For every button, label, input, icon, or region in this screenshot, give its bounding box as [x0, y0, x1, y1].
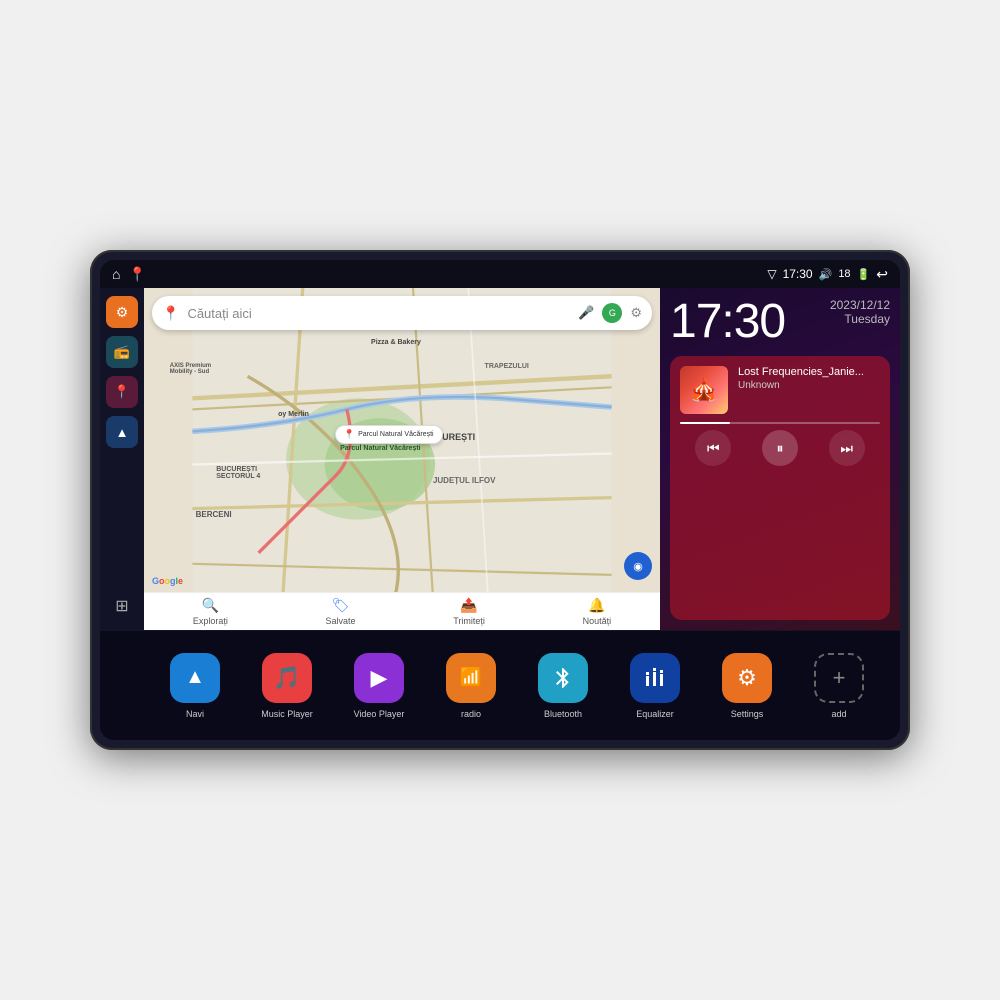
sidebar-nav-button[interactable]: ▲ [106, 416, 138, 448]
app-bluetooth[interactable]: Bluetooth [522, 653, 604, 719]
app-radio[interactable]: 📶 radio [430, 653, 512, 719]
video-player-label: Video Player [354, 709, 405, 719]
music-artist: Unknown [738, 380, 880, 391]
grid-icon: ⊞ [115, 596, 128, 616]
add-label: add [831, 709, 846, 719]
radio-label: radio [461, 709, 481, 719]
back-icon[interactable]: ↩ [876, 266, 888, 283]
explore-label: Explorați [193, 616, 228, 626]
bluetooth-icon [538, 653, 588, 703]
map-google-pin-icon: 📍 [162, 305, 179, 322]
equalizer-icon [630, 653, 680, 703]
google-logo: Google [152, 576, 183, 586]
map-mic-icon[interactable]: 🎤 [578, 305, 594, 321]
video-player-icon: ▶ [354, 653, 404, 703]
clock-date-line1: 2023/12/12 [830, 298, 890, 312]
app-settings[interactable]: ⚙ Settings [706, 653, 788, 719]
battery-icon: 🔋 [857, 268, 871, 281]
map-share-button[interactable]: 📤 Trimiteți [453, 597, 485, 626]
map-svg [144, 288, 660, 630]
clock-section: 17:30 2023/12/12 Tuesday [670, 298, 890, 346]
music-progress-bar[interactable] [680, 422, 880, 424]
settings-app-icon: ⚙ [722, 653, 772, 703]
right-panel: 17:30 2023/12/12 Tuesday 🎪 [660, 288, 900, 630]
saved-icon: 🏷 [332, 597, 350, 614]
sidebar-settings-button[interactable]: ⚙ [106, 296, 138, 328]
app-video-player[interactable]: ▶ Video Player [338, 653, 420, 719]
map-explore-button[interactable]: 🔍 Explorați [193, 597, 228, 626]
sidebar: ⚙ 📻 📍 ▲ ⊞ [100, 288, 144, 630]
bluetooth-label: Bluetooth [544, 709, 582, 719]
map-news-button[interactable]: 🔔 Noutăți [583, 597, 612, 626]
music-info: Lost Frequencies_Janie... Unknown [738, 366, 880, 414]
sidebar-map-button[interactable]: 📍 [106, 376, 138, 408]
news-label: Noutăți [583, 616, 612, 626]
map-bottom-bar: 🔍 Explorați 🏷 Salvate 📤 Trimiteți 🔔 Nout… [144, 592, 660, 630]
play-pause-icon: ⏸ [776, 440, 783, 457]
clock-time: 17:30 [670, 298, 785, 346]
music-progress-fill [680, 422, 730, 424]
radio-icon: 📻 [114, 344, 130, 360]
news-icon: 🔔 [588, 597, 605, 614]
wifi-icon: ▽ [767, 267, 776, 281]
next-button[interactable]: ⏭ [829, 430, 865, 466]
music-top: 🎪 Lost Frequencies_Janie... Unknown [680, 366, 880, 414]
app-add[interactable]: + add [798, 653, 880, 719]
home-icon[interactable]: ⌂ [112, 266, 120, 282]
app-music-player[interactable]: 🎵 Music Player [246, 653, 328, 719]
prev-icon: ⏮ [707, 440, 720, 457]
navigate-icon: ◉ [633, 560, 643, 573]
equalizer-label: Equalizer [636, 709, 674, 719]
app-equalizer[interactable]: Equalizer [614, 653, 696, 719]
navi-label: Navi [186, 709, 204, 719]
share-icon: 📤 [460, 597, 477, 614]
volume-icon: 🔊 [819, 268, 833, 281]
music-title: Lost Frequencies_Janie... [738, 366, 880, 378]
sidebar-radio-button[interactable]: 📻 [106, 336, 138, 368]
bottom-app-bar: ▲ Navi 🎵 Music Player ▶ Video Player [100, 630, 900, 740]
map-nav-circle-button[interactable]: ◉ [624, 552, 652, 580]
sidebar-grid-button[interactable]: ⊞ [106, 590, 138, 622]
music-player-icon: 🎵 [262, 653, 312, 703]
status-bar: ⌂ 📍 ▽ 17:30 🔊 18 🔋 ↩ [100, 260, 900, 288]
album-art-image: 🎪 [680, 366, 728, 414]
music-player: 🎪 Lost Frequencies_Janie... Unknown [670, 356, 890, 620]
radio-app-icon: 📶 [446, 653, 496, 703]
music-player-label: Music Player [261, 709, 313, 719]
album-art: 🎪 [680, 366, 728, 414]
map-profile-icon[interactable]: G [602, 303, 622, 323]
map-saved-button[interactable]: 🏷 Salvate [326, 597, 356, 626]
play-pause-button[interactable]: ⏸ [762, 430, 798, 466]
music-controls: ⏮ ⏸ ⏭ [680, 430, 880, 466]
map-settings-icon[interactable]: ⚙ [630, 305, 642, 321]
location-icon[interactable]: 📍 [128, 266, 145, 283]
gear-icon: ⚙ [116, 304, 129, 321]
app-navi[interactable]: ▲ Navi [154, 653, 236, 719]
status-time: 17:30 [783, 267, 813, 281]
app-grid: ▲ Navi 🎵 Music Player ▶ Video Player [154, 653, 880, 719]
status-left-icons: ⌂ 📍 [112, 266, 146, 283]
map-search-bar[interactable]: 📍 Căutați aici 🎤 G ⚙ [152, 296, 652, 330]
share-label: Trimiteți [453, 616, 485, 626]
next-icon: ⏭ [840, 440, 853, 457]
map-pin-icon: 📍 [114, 384, 130, 400]
car-head-unit: ⌂ 📍 ▽ 17:30 🔊 18 🔋 ↩ ⚙ 📻 [90, 250, 910, 750]
status-right-info: ▽ 17:30 🔊 18 🔋 ↩ [767, 266, 888, 283]
main-area: ⚙ 📻 📍 ▲ ⊞ [100, 288, 900, 630]
map-container[interactable]: Parcul Natural Văcărești BUCUREȘTI JUDEȚ… [144, 288, 660, 630]
prev-button[interactable]: ⏮ [695, 430, 731, 466]
battery-level: 18 [838, 268, 850, 280]
settings-label: Settings [731, 709, 764, 719]
clock-day: Tuesday [830, 312, 890, 326]
clock-date: 2023/12/12 Tuesday [830, 298, 890, 326]
navi-icon: ▲ [170, 653, 220, 703]
navigation-icon: ▲ [116, 425, 129, 440]
location-pin-park: 📍 Parcul Natural Văcărești [335, 425, 443, 444]
explore-icon: 🔍 [202, 597, 219, 614]
map-search-placeholder[interactable]: Căutați aici [187, 306, 570, 321]
add-icon: + [814, 653, 864, 703]
screen: ⌂ 📍 ▽ 17:30 🔊 18 🔋 ↩ ⚙ 📻 [100, 260, 900, 740]
saved-label: Salvate [326, 616, 356, 626]
